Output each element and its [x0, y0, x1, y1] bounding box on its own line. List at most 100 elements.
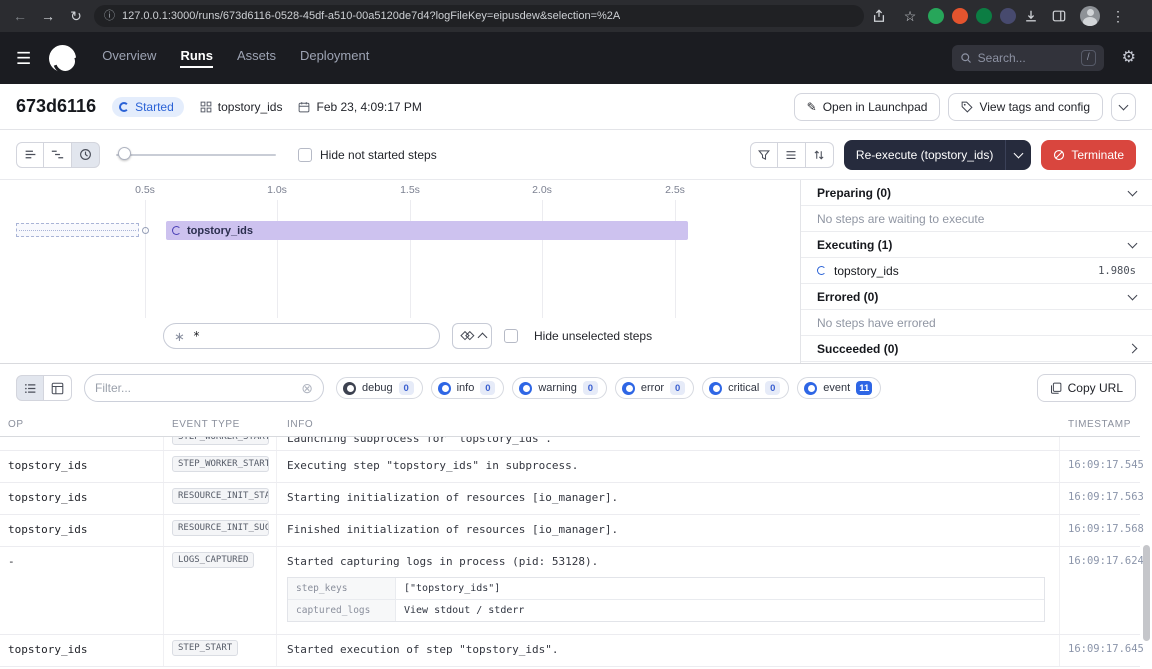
graph-query-toggle-button[interactable]: [452, 323, 492, 349]
log-filter-field[interactable]: [95, 381, 295, 395]
log-level-filter-event[interactable]: event 11: [797, 377, 881, 399]
log-info: Starting initialization of resources [io…: [277, 483, 1060, 514]
section-executing-header[interactable]: Executing (1): [801, 232, 1152, 258]
nav-item-runs[interactable]: Runs: [180, 48, 213, 68]
event-type-badge: STEP_START: [172, 640, 238, 656]
log-timestamp[interactable]: 16:09:17.545: [1060, 451, 1140, 479]
op-selector-icon: ∗: [174, 330, 185, 343]
view-stdout-stderr-link[interactable]: View stdout / stderr: [396, 600, 1044, 621]
nav-item-deployment[interactable]: Deployment: [300, 48, 369, 68]
forward-icon[interactable]: →: [38, 9, 58, 23]
step-selector-input[interactable]: ∗: [163, 323, 440, 349]
section-errored-empty: No steps have errored: [801, 310, 1152, 336]
side-panel-icon[interactable]: [1052, 9, 1072, 23]
gantt-mode-timed-button[interactable]: [72, 142, 100, 168]
log-row-logs-captured[interactable]: - LOGS_CAPTURED Started capturing logs i…: [0, 547, 1140, 635]
time-axis-label: 2.5s: [665, 184, 685, 196]
gantt-gridline: [410, 200, 411, 318]
row-density-icon[interactable]: [778, 142, 806, 168]
metadata-row: step_keys ["topstory_ids"]: [288, 578, 1044, 600]
settings-gear-icon[interactable]: ⚙: [1122, 50, 1136, 66]
hamburger-menu-icon[interactable]: ☰: [16, 50, 31, 67]
back-icon[interactable]: ←: [10, 9, 30, 23]
browser-menu-icon[interactable]: ⋮: [1108, 9, 1128, 23]
hide-unselected-checkbox[interactable]: Hide unselected steps: [504, 323, 652, 349]
nav-item-assets[interactable]: Assets: [237, 48, 276, 68]
view-tags-config-button[interactable]: View tags and config: [948, 93, 1103, 121]
extension-icon-indigo[interactable]: [1000, 8, 1016, 24]
checkbox-box[interactable]: [298, 148, 312, 162]
slider-knob[interactable]: [118, 147, 131, 160]
bookmark-star-icon[interactable]: ☆: [900, 9, 920, 23]
extension-icon-darkgreen[interactable]: [976, 8, 992, 24]
log-filter-input[interactable]: ⊗: [84, 374, 324, 402]
log-table-view-button[interactable]: [44, 375, 72, 401]
copy-url-button[interactable]: Copy URL: [1037, 374, 1136, 402]
log-row[interactable]: topstory_ids RESOURCE_INIT_SUCC... Finis…: [0, 515, 1140, 547]
share-icon[interactable]: [872, 9, 892, 23]
global-search[interactable]: Search... /: [952, 45, 1104, 71]
log-row[interactable]: STEP_WORKER_STARTI Launching subprocess …: [0, 437, 1140, 451]
reexecute-button[interactable]: Re-execute (topstory_ids): [844, 140, 1005, 170]
log-row[interactable]: topstory_ids STEP_WORKER_STARTED Executi…: [0, 451, 1140, 483]
extension-icon-green[interactable]: [928, 8, 944, 24]
log-op: [0, 437, 164, 450]
filter-funnel-icon[interactable]: [750, 142, 778, 168]
checkbox-box[interactable]: [504, 329, 518, 343]
reload-icon[interactable]: ↻: [66, 9, 86, 23]
log-timestamp[interactable]: 16:09:17.568: [1060, 515, 1140, 543]
toggle-icon: [519, 382, 532, 395]
section-errored-header[interactable]: Errored (0): [801, 284, 1152, 310]
log-list-view-button[interactable]: [16, 375, 44, 401]
screen: ← → ↻ ⓘ 127.0.0.1:3000/runs/673d6116-052…: [0, 0, 1152, 669]
log-timestamp[interactable]: [1060, 437, 1140, 440]
chevron-up-icon: [477, 333, 487, 343]
site-info-icon[interactable]: ⓘ: [104, 11, 115, 22]
gantt-waiting-segment: [16, 223, 139, 237]
gantt-mode-flat-button[interactable]: [16, 142, 44, 168]
level-count: 0: [583, 381, 598, 395]
run-status-badge: Started: [112, 97, 184, 117]
log-op: topstory_ids: [0, 451, 164, 482]
downloads-icon[interactable]: [1024, 9, 1044, 23]
extension-icon-red[interactable]: [952, 8, 968, 24]
executing-step-row[interactable]: topstory_ids 1.980s: [801, 258, 1152, 284]
sort-arrows-icon[interactable]: [806, 142, 834, 168]
log-level-filter-warning[interactable]: warning 0: [512, 377, 607, 399]
address-bar[interactable]: ⓘ 127.0.0.1:3000/runs/673d6116-0528-45df…: [94, 5, 864, 27]
section-succeeded-header[interactable]: Succeeded (0): [801, 336, 1152, 362]
log-level-filter-info[interactable]: info 0: [431, 377, 505, 399]
section-title: Preparing (0): [817, 186, 891, 200]
reexecute-dropdown-button[interactable]: [1005, 140, 1031, 170]
log-timestamp[interactable]: 16:09:17.624: [1060, 547, 1140, 575]
log-row[interactable]: topstory_ids STEP_START Started executio…: [0, 635, 1140, 667]
toggle-icon: [709, 382, 722, 395]
hide-not-started-label: Hide not started steps: [320, 148, 437, 162]
terminate-label: Terminate: [1071, 148, 1124, 162]
nav-item-overview[interactable]: Overview: [102, 48, 156, 68]
time-axis-label: 1.5s: [400, 184, 420, 196]
log-row[interactable]: topstory_ids RESOURCE_INIT_STAR... Start…: [0, 483, 1140, 515]
gantt-right-tools: Re-execute (topstory_ids) Terminate: [750, 140, 1136, 170]
section-preparing-header[interactable]: Preparing (0): [801, 180, 1152, 206]
step-duration: 1.980s: [1098, 265, 1136, 277]
gantt-step-bar[interactable]: topstory_ids: [166, 221, 688, 240]
log-level-filter-debug[interactable]: debug 0: [336, 377, 423, 399]
log-level-filter-error[interactable]: error 0: [615, 377, 694, 399]
dagster-logo[interactable]: [49, 45, 76, 72]
log-timestamp[interactable]: 16:09:17.563: [1060, 483, 1140, 511]
open-in-launchpad-button[interactable]: ✎ Open in Launchpad: [794, 93, 941, 121]
run-job[interactable]: topstory_ids: [200, 100, 283, 114]
log-scrollbar[interactable]: [1143, 545, 1150, 641]
step-name: topstory_ids: [834, 264, 899, 278]
log-timestamp[interactable]: 16:09:17.645: [1060, 635, 1140, 663]
log-level-filter-critical[interactable]: critical 0: [702, 377, 789, 399]
run-more-actions-button[interactable]: [1111, 93, 1136, 121]
gantt-zoom-slider[interactable]: [116, 142, 276, 168]
gantt-mode-waterfall-button[interactable]: [44, 142, 72, 168]
clear-filter-icon[interactable]: ⊗: [301, 381, 313, 395]
terminate-button[interactable]: Terminate: [1041, 140, 1136, 170]
profile-avatar[interactable]: [1080, 6, 1100, 26]
step-selector-field[interactable]: [193, 329, 429, 343]
hide-not-started-checkbox[interactable]: Hide not started steps: [298, 148, 437, 162]
